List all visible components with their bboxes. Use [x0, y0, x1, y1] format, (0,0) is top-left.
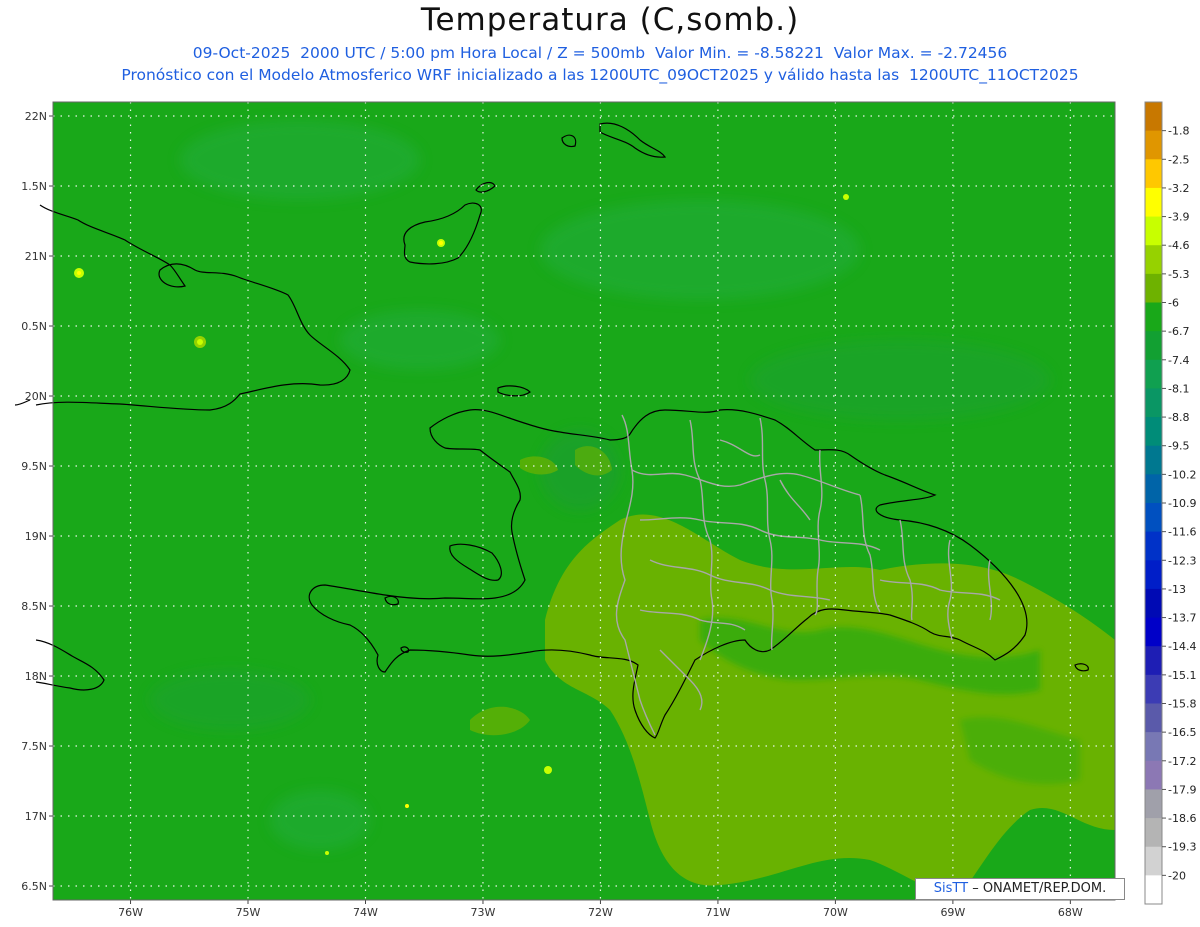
colorbar-swatch: [1145, 588, 1162, 619]
colorbar-swatch: [1145, 846, 1162, 876]
lat-tick-label: 6.5N: [21, 880, 47, 893]
colorbar-label: -8.8: [1168, 411, 1189, 424]
colorbar-label: -15.8: [1168, 698, 1196, 711]
colorbar-swatch: [1145, 560, 1162, 590]
colorbar-swatch: [1145, 102, 1162, 132]
colorbar-label: -1.8: [1168, 125, 1189, 138]
colorbar-label: -3.9: [1168, 211, 1189, 224]
colorbar-swatch: [1145, 159, 1162, 189]
lat-tick-label: 22N: [25, 110, 47, 123]
lon-tick-label: 71W: [705, 906, 730, 919]
map-plot-area: [14, 102, 1115, 900]
colorbar-label: -12.3: [1168, 554, 1196, 567]
colorbar-label: -19.3: [1168, 841, 1196, 854]
colorbar-swatch: [1145, 187, 1162, 218]
lat-tick-label: 19N: [25, 530, 47, 543]
lat-tick-label: 8.5N: [21, 600, 47, 613]
colorbar-swatch: [1145, 732, 1162, 762]
colorbar-label: -9.5: [1168, 440, 1189, 453]
colorbar-swatch: [1145, 388, 1162, 418]
colorbar-swatch: [1145, 703, 1162, 733]
colorbar-label: -8.1: [1168, 382, 1189, 395]
colorbar-label: -10.9: [1168, 497, 1196, 510]
lat-tick-label: 17N: [25, 810, 47, 823]
colorbar-label: -7.4: [1168, 354, 1189, 367]
credit-org: ONAMET/REP.DOM.: [982, 881, 1107, 896]
colorbar-label: -2.5: [1168, 153, 1189, 166]
colorbar-swatch: [1145, 445, 1162, 475]
colorbar-swatch: [1145, 130, 1162, 160]
colorbar-swatch: [1145, 302, 1162, 332]
colorbar-swatch: [1145, 646, 1162, 676]
colorbar-swatch: [1145, 674, 1162, 704]
colorbar-swatch: [1145, 818, 1162, 848]
colorbar-label: -13.7: [1168, 612, 1196, 625]
lat-tick-label: 0.5N: [21, 320, 47, 333]
lon-tick-label: 70W: [823, 906, 848, 919]
colorbar-label: -13: [1168, 583, 1186, 596]
colorbar-label: -18.6: [1168, 812, 1196, 825]
colorbar-label: -16.5: [1168, 726, 1196, 739]
colorbar-label: -11.6: [1168, 526, 1196, 539]
colorbar-label: -14.4: [1168, 640, 1196, 653]
latitude-axis: 22N 1.5N 21N 0.5N 20N 9.5N 19N 8.5N 18N 7.5N 17N 6.…: [21, 110, 53, 893]
colorbar-label: -3.2: [1168, 182, 1189, 195]
colorbar-label: -17.2: [1168, 755, 1196, 768]
colorbar-swatch: [1145, 245, 1162, 275]
colorbar-swatch: [1145, 503, 1162, 533]
colorbar-label: -20: [1168, 869, 1186, 882]
colorbar-label: -17.9: [1168, 783, 1196, 796]
colorbar: -1.8 -2.5 -3.2 -3.9 -4.6 -5.3 -6 -6.7 -7.4 -8.1 -8…: [1144, 101, 1196, 905]
credit-box: SisTT – ONAMET/REP.DOM.: [915, 878, 1125, 900]
colorbar-swatch: [1145, 273, 1162, 303]
colorbar-swatch: [1145, 531, 1162, 561]
colorbar-label: -4.6: [1168, 239, 1189, 252]
colorbar-label: -10.2: [1168, 468, 1196, 481]
colorbar-swatch: [1145, 474, 1162, 504]
colorbar-swatch: [1145, 359, 1162, 389]
colorbar-swatch: [1145, 331, 1162, 361]
lon-tick-label: 76W: [118, 906, 143, 919]
colorbar-label: -5.3: [1168, 268, 1189, 281]
colorbar-swatch: [1145, 216, 1162, 246]
lat-tick-label: 20N: [25, 390, 47, 403]
lat-tick-label: 1.5N: [21, 180, 47, 193]
colorbar-swatch: [1145, 789, 1162, 819]
credit-separator: –: [968, 881, 983, 896]
lon-tick-label: 68W: [1058, 906, 1083, 919]
colorbar-label: -15.1: [1168, 669, 1196, 682]
colorbar-label: -6.7: [1168, 325, 1189, 338]
longitude-axis: 76W 75W 74W 73W 72W 71W 70W 69W 68W: [118, 900, 1083, 919]
colorbar-swatch: [1145, 760, 1162, 790]
map-figure: 22N 1.5N 21N 0.5N 20N 9.5N 19N 8.5N 18N 7.5N 17N 6.…: [14, 101, 1196, 919]
lon-tick-label: 72W: [588, 906, 613, 919]
lon-tick-label: 73W: [471, 906, 496, 919]
colorbar-swatch: [1145, 875, 1162, 905]
colorbar-swatch: [1145, 417, 1162, 447]
lat-tick-label: 21N: [25, 250, 47, 263]
lat-tick-label: 7.5N: [21, 740, 47, 753]
lon-tick-label: 74W: [353, 906, 378, 919]
sistt-logo-text: SisTT: [933, 881, 969, 896]
lat-tick-label: 9.5N: [21, 460, 47, 473]
colorbar-swatch: [1145, 617, 1162, 647]
lon-tick-label: 75W: [236, 906, 261, 919]
colorbar-label: -6: [1168, 297, 1179, 310]
lat-tick-label: 18N: [25, 670, 47, 683]
lon-tick-label: 69W: [940, 906, 965, 919]
